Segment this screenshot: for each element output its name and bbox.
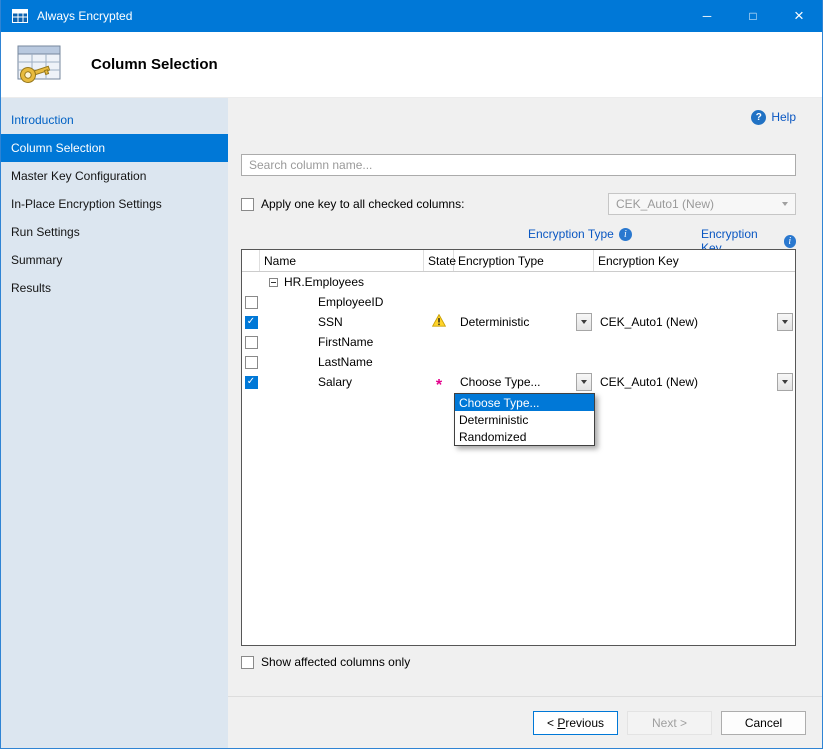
header-checkbox-column xyxy=(242,250,260,271)
sidebar-item-introduction[interactable]: Introduction xyxy=(1,106,228,134)
cek-key-select-value: CEK_Auto1 (New) xyxy=(616,197,714,211)
sidebar-item-column-selection[interactable]: Column Selection xyxy=(1,134,228,162)
window-title: Always Encrypted xyxy=(37,9,132,23)
collapse-icon[interactable] xyxy=(269,278,278,287)
encryption-type-dropdown-button[interactable] xyxy=(576,373,592,391)
sidebar-item-in-place-encryption-settings: In-Place Encryption Settings xyxy=(1,190,228,218)
row-checkbox[interactable] xyxy=(245,376,258,389)
encryption-type-value[interactable]: Choose Type... xyxy=(460,375,541,389)
dropdown-option-deterministic[interactable]: Deterministic xyxy=(455,411,594,428)
help-row: ? Help xyxy=(241,108,796,126)
encryption-type-dropdown-list: Choose Type... Deterministic Randomized xyxy=(454,393,595,446)
close-button[interactable]: × xyxy=(776,0,822,32)
column-name: LastName xyxy=(260,355,424,369)
encryption-type-info-icon[interactable]: i xyxy=(619,228,632,241)
always-encrypted-window: Always Encrypted ─ □ × Column xyxy=(0,0,823,749)
header-encryption-key: Encryption Key xyxy=(594,250,795,271)
table-key-icon xyxy=(13,42,65,88)
help-link[interactable]: ? Help xyxy=(751,110,796,125)
help-label: Help xyxy=(771,110,796,124)
next-button[interactable]: Next > xyxy=(627,711,712,735)
header-name: Name xyxy=(260,250,424,271)
column-name: Salary xyxy=(260,375,424,389)
table-row-firstname: FirstName xyxy=(242,332,795,352)
main-panel: ? Help Apply one key to all checked colu… xyxy=(228,98,822,748)
dropdown-option-randomized[interactable]: Randomized xyxy=(455,428,594,445)
sidebar-item-run-settings: Run Settings xyxy=(1,218,228,246)
footer: < Previous Next > Cancel xyxy=(228,696,822,748)
encryption-type-value[interactable]: Deterministic xyxy=(460,315,529,329)
app-icon xyxy=(11,7,29,25)
cancel-button[interactable]: Cancel xyxy=(721,711,806,735)
help-icon: ? xyxy=(751,110,766,125)
columns-grid: Name State Encryption Type Encryption Ke… xyxy=(241,249,796,646)
chevron-down-icon xyxy=(782,202,788,206)
apply-key-checkbox[interactable] xyxy=(241,198,254,211)
apply-key-row: Apply one key to all checked columns: CE… xyxy=(241,193,796,215)
encryption-key-dropdown-button[interactable] xyxy=(777,313,793,331)
encryption-key-dropdown-button[interactable] xyxy=(777,373,793,391)
page-header: Column Selection xyxy=(1,32,822,98)
row-checkbox[interactable] xyxy=(245,356,258,369)
encryption-key-value[interactable]: CEK_Auto1 (New) xyxy=(600,315,698,329)
column-name: SSN xyxy=(260,315,424,329)
encryption-type-dropdown-button[interactable] xyxy=(576,313,592,331)
table-row-ssn: SSN Deterministic xyxy=(242,312,795,332)
content-area: Introduction Column Selection Master Key… xyxy=(1,98,822,748)
sidebar-item-summary: Summary xyxy=(1,246,228,274)
maximize-button[interactable]: □ xyxy=(730,0,776,32)
required-asterisk-icon: * xyxy=(436,375,442,390)
search-column-input[interactable] xyxy=(241,154,796,176)
table-row-hr-employees: HR.Employees xyxy=(242,272,795,292)
table-row-lastname: LastName xyxy=(242,352,795,372)
sidebar-item-results: Results xyxy=(1,274,228,302)
wizard-steps-sidebar: Introduction Column Selection Master Key… xyxy=(1,98,228,748)
column-links-row: Encryption Type i Encryption Key i xyxy=(241,227,796,244)
header-encryption-type: Encryption Type xyxy=(454,250,594,271)
header-state: State xyxy=(424,250,454,271)
show-affected-label: Show affected columns only xyxy=(261,655,410,669)
sidebar-item-master-key-configuration: Master Key Configuration xyxy=(1,162,228,190)
minimize-button[interactable]: ─ xyxy=(684,0,730,32)
encryption-key-info-icon[interactable]: i xyxy=(784,235,796,248)
apply-key-label: Apply one key to all checked columns: xyxy=(261,197,464,211)
column-name: FirstName xyxy=(260,335,424,349)
titlebar: Always Encrypted ─ □ × xyxy=(1,0,822,32)
table-row-salary: Salary * Choose Type... CEK_Auto1 (New) xyxy=(242,372,795,392)
table-row-employeeid: EmployeeID xyxy=(242,292,795,312)
encryption-key-value[interactable]: CEK_Auto1 (New) xyxy=(600,375,698,389)
show-affected-row: Show affected columns only xyxy=(241,655,796,669)
main-content: ? Help Apply one key to all checked colu… xyxy=(228,98,822,696)
cek-key-select[interactable]: CEK_Auto1 (New) xyxy=(608,193,796,215)
row-checkbox[interactable] xyxy=(245,316,258,329)
warning-icon xyxy=(432,314,446,330)
dropdown-option-choose-type[interactable]: Choose Type... xyxy=(455,394,594,411)
table-name: HR.Employees xyxy=(284,275,364,289)
show-affected-checkbox[interactable] xyxy=(241,656,254,669)
page-title: Column Selection xyxy=(91,56,218,73)
column-name: EmployeeID xyxy=(260,295,424,309)
previous-button[interactable]: < Previous xyxy=(533,711,618,735)
row-checkbox[interactable] xyxy=(245,336,258,349)
row-checkbox[interactable] xyxy=(245,296,258,309)
grid-header: Name State Encryption Type Encryption Ke… xyxy=(242,250,795,272)
encryption-type-link[interactable]: Encryption Type xyxy=(528,227,614,241)
